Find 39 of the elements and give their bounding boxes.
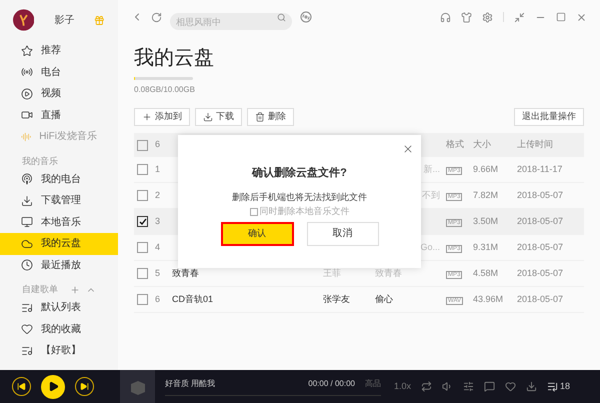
storage-text: 0.08GB/10.00GB xyxy=(134,84,196,96)
table-cell-text: 2018-05-07 xyxy=(517,240,564,254)
table-header-cell-text: 上传时间 xyxy=(517,138,553,152)
table-cell-text: 2018-05-07 xyxy=(517,214,564,228)
dialog-title: 确认删除云盘文件? xyxy=(252,166,347,181)
table-cell-text: 43.96M xyxy=(473,292,504,306)
table-cell-text: 5 xyxy=(155,266,162,280)
table-cell-text: 1 xyxy=(155,162,162,176)
table-header-cell-text: 大小 xyxy=(473,138,492,152)
table-cell-text: 6 xyxy=(155,292,162,306)
table-cell-text: 致青春 xyxy=(375,266,402,280)
table-cell-text: 4 xyxy=(155,240,162,254)
table-cell-text: 不到 xyxy=(422,188,440,202)
table-cell: 致青春 xyxy=(172,268,199,278)
page-title: 我的云盘 xyxy=(134,46,215,71)
table-cell-text: 9.31M xyxy=(473,240,500,254)
table-cell-text: Go... xyxy=(420,240,440,254)
table-cell-text: 2 xyxy=(155,188,162,202)
table-cell-text: 3.50M xyxy=(473,214,500,228)
table-cell-text: 4.58M xyxy=(473,266,500,280)
table-cell-text: 新... xyxy=(423,162,440,176)
section-label: 自建歌单 xyxy=(22,283,58,296)
table-cell-text: 3 xyxy=(155,214,162,228)
table-cell: 王菲 xyxy=(323,268,341,278)
table-cell-text: 9.66M xyxy=(473,162,500,176)
table-cell-text: 2018-05-07 xyxy=(517,188,564,202)
table-cell-text: 2018-05-07 xyxy=(517,266,564,280)
table-cell: 张学友 xyxy=(323,294,350,304)
table-cell: CD音轨01 xyxy=(172,294,214,304)
song-title: 好音质 用酷我 xyxy=(165,378,216,390)
table-cell-text: 2018-05-07 xyxy=(517,292,564,306)
dialog-message: 删除后手机端也将无法找到此文件 xyxy=(232,190,367,204)
section-label: 我的音乐 xyxy=(21,154,59,168)
table-cell-text: 偷心 xyxy=(375,292,393,306)
table-cell-text: 7.82M xyxy=(473,188,500,202)
table-cell-text: 2018-11-17 xyxy=(517,162,562,176)
table-header-cell-text: 格式 xyxy=(446,138,465,152)
table-header-cell-text: 6 xyxy=(155,138,162,152)
play-time: 00:00 / 00:00 xyxy=(308,378,355,390)
